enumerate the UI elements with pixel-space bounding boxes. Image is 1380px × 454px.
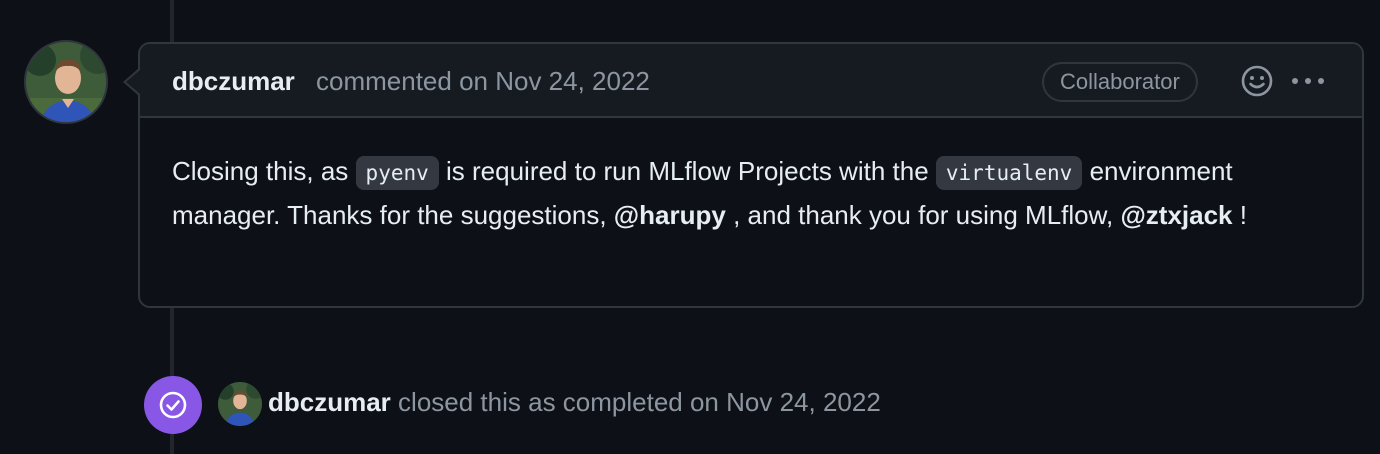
- mention-link[interactable]: @harupy: [614, 200, 726, 230]
- comment-header: dbczumar commented on Nov 24, 2022 Colla…: [140, 44, 1362, 118]
- closed-event: dbczumar closed this as completed on Nov…: [268, 387, 881, 418]
- comment-date-link[interactable]: Nov 24, 2022: [495, 66, 650, 96]
- smiley-icon[interactable]: [1240, 64, 1274, 98]
- event-author-link[interactable]: dbczumar: [268, 387, 391, 417]
- event-date-link[interactable]: Nov 24, 2022: [726, 387, 881, 417]
- comment-body: Closing this, as pyenv is required to ru…: [172, 150, 1312, 236]
- author-avatar[interactable]: [24, 40, 108, 124]
- collaborator-badge: Collaborator: [1042, 62, 1198, 102]
- inline-code: pyenv: [355, 156, 439, 190]
- body-text: Closing this, as: [172, 156, 349, 186]
- avatar-image: [26, 42, 106, 122]
- event-action-text: closed this as completed on: [398, 387, 719, 417]
- comment-action-text: commented on: [316, 66, 488, 96]
- check-circle-icon: [144, 376, 202, 434]
- comment-author-link[interactable]: dbczumar: [172, 66, 295, 97]
- comment-box: dbczumar commented on Nov 24, 2022 Colla…: [138, 42, 1364, 308]
- inline-code: virtualenv: [935, 156, 1083, 190]
- body-text: , and thank you for using MLflow,: [733, 200, 1114, 230]
- comment-pointer-fill: [126, 70, 140, 94]
- mention-link[interactable]: @ztxjack: [1120, 200, 1232, 230]
- body-text: is required to run MLflow Projects with …: [446, 156, 929, 186]
- body-text: !: [1239, 200, 1247, 230]
- comment-meta: commented on Nov 24, 2022: [316, 66, 650, 97]
- avatar-image: [218, 382, 262, 426]
- event-author-avatar[interactable]: [218, 382, 262, 426]
- kebab-horizontal-icon[interactable]: [1288, 66, 1328, 96]
